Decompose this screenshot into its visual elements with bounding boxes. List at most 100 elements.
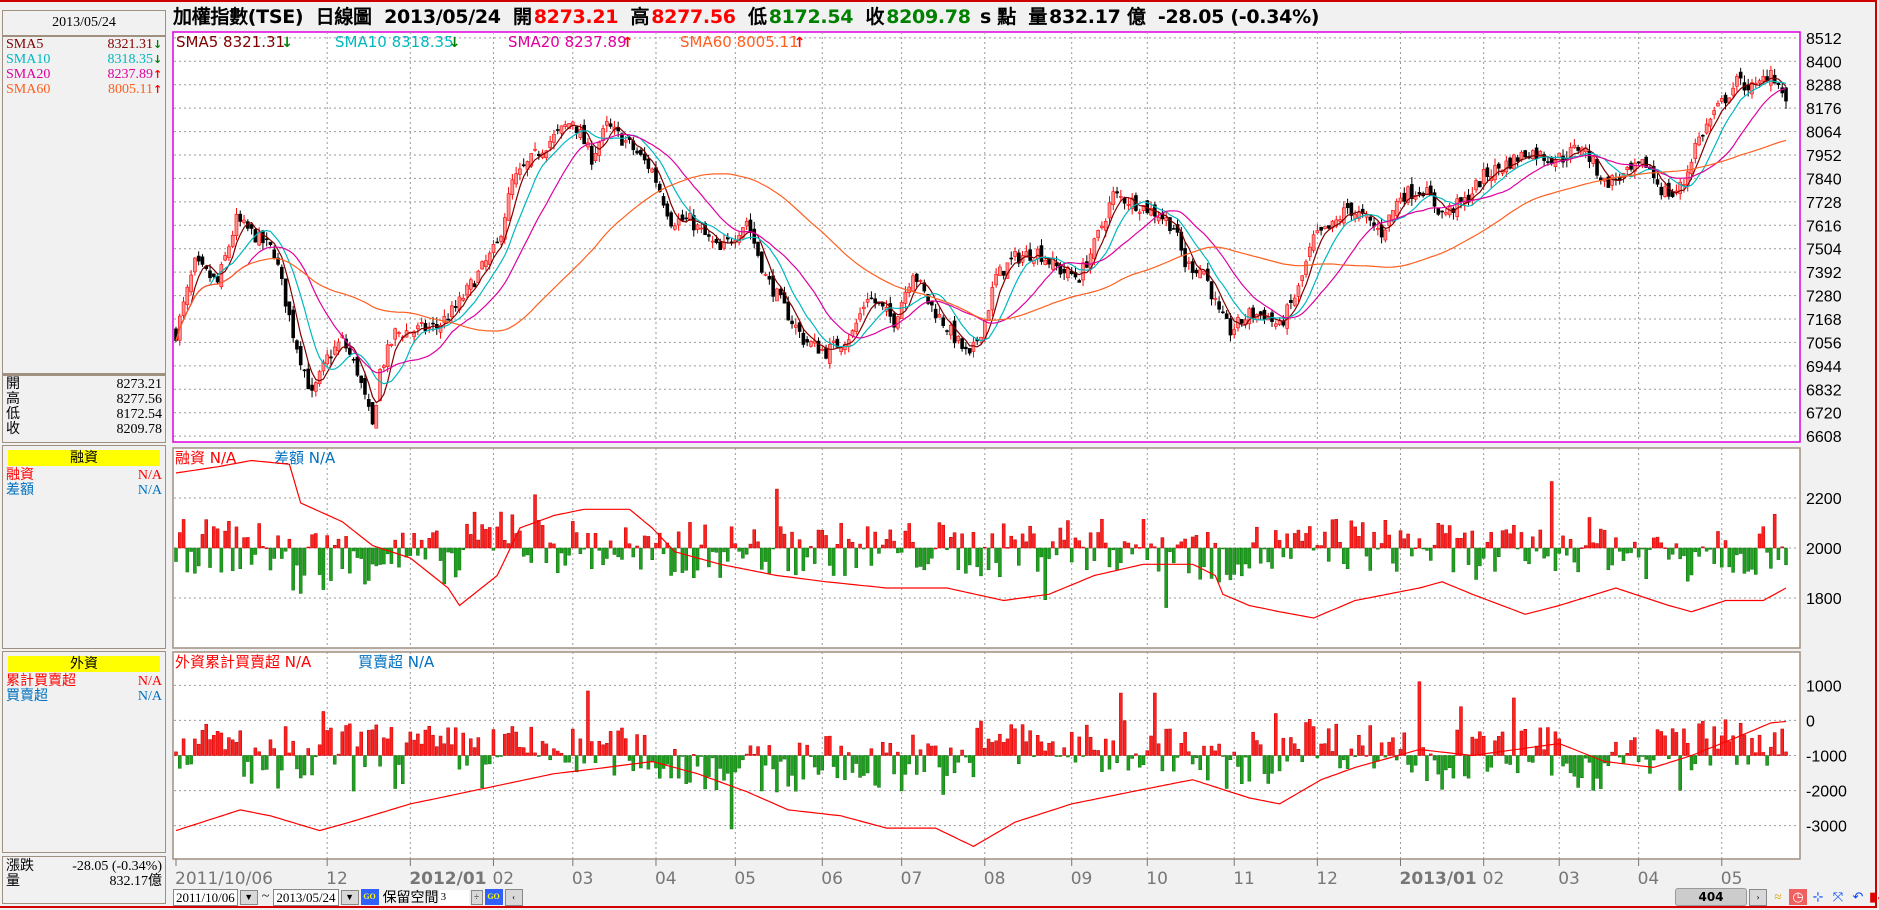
margin-bar [846,538,851,549]
margin-bar [306,546,311,549]
candle [1383,229,1388,241]
price-axis-tick-label: 7952 [1806,148,1842,165]
margin-bar [593,533,598,549]
margin-bar [310,534,314,549]
indicator-icon[interactable]: ▮✓ [1869,889,1879,905]
margin-bar [952,532,957,549]
margin-bar [1413,547,1418,550]
candle [1013,251,1017,257]
foreign-bar [302,755,307,776]
margin-bar [1111,547,1116,551]
candle [1738,71,1743,79]
zoom-in-icon[interactable]: ⊹ [1809,889,1827,905]
margin-bar [1682,547,1686,556]
foreign-bar [427,725,431,756]
candle [461,297,466,301]
bar-count-display[interactable]: 404 [1675,888,1747,906]
margin-bar [1735,547,1739,556]
end-date-input[interactable]: 2013/05/24 [273,888,339,906]
foreign-bar [1187,751,1191,756]
reserve-input[interactable]: 3 [438,889,469,905]
foreign-bar [710,755,715,759]
candle [1546,161,1550,163]
foreign-bar [1436,755,1441,775]
candle [1319,226,1323,231]
margin-bar [601,547,605,566]
undo-icon[interactable]: ↶ [1849,889,1867,905]
margin-bar [782,533,787,549]
margin-bar [695,547,700,571]
foreign-bar [1738,723,1743,756]
margin-bar [219,547,224,573]
foreign-bar [1625,752,1630,756]
foreign-bar [1674,732,1679,756]
margin-bar [559,547,564,554]
candle [582,124,586,145]
candle [869,297,874,300]
chart-style-icon[interactable]: ≈ [1769,889,1787,905]
margin-bar [797,539,802,549]
foreign-bar [1636,755,1641,763]
margin-bar [1126,542,1131,549]
margin-bar [1720,547,1724,568]
candle [933,308,938,319]
margin-bar [1489,532,1493,549]
margin-bar [1410,547,1414,557]
margin-bar [1436,523,1441,549]
margin-bar [824,535,828,549]
margin-bar [317,547,322,575]
margin-bar [1311,547,1316,551]
margin-bar [820,529,825,549]
foreign-bar [1470,736,1475,756]
foreign-bar [692,754,696,756]
stock-chart[interactable]: 8512 8400 8288 8176 8064 7952 7840 7728 7616 7504… [0,0,1879,910]
margin-bar [189,547,193,552]
foreign-bar [952,755,957,774]
margin-bar [1625,547,1630,554]
margin-bar [1478,547,1482,567]
margin-bar [555,547,560,573]
scroll-left-button[interactable]: ‹ [504,888,523,906]
foreign-bar [658,755,662,779]
foreign-bar [1663,735,1667,756]
go-icon[interactable]: GO [484,889,503,905]
reserve-spinner[interactable]: ÷ [470,889,483,905]
foreign-bar [310,755,314,776]
start-date-dropdown[interactable]: ▼ [239,889,258,905]
candle [1731,87,1735,96]
foreign-bar [457,755,462,770]
margin-bar [1190,536,1195,549]
foreign-bar [1463,755,1467,777]
foreign-bar [325,730,329,756]
foreign-bar [1209,745,1214,756]
margin-bar [446,547,450,553]
scroll-right-button[interactable]: › [1749,888,1767,906]
candle [831,340,836,344]
candle [506,193,511,221]
candle [431,322,435,325]
candle [1712,110,1716,116]
foreign-bar [1640,755,1645,757]
candle [759,251,764,273]
candle [280,266,284,279]
candle [1001,270,1006,276]
zoom-out-icon[interactable]: ⤧ [1829,889,1847,905]
candle [385,344,390,367]
foreign-bar [922,755,927,772]
margin-bar [529,547,534,563]
margin-bar [1561,535,1565,549]
margin-bar [1693,547,1698,553]
foreign-bar [990,742,995,756]
end-date-dropdown[interactable]: ▼ [340,889,359,905]
margin-bar [1073,537,1078,549]
foreign-bar [234,742,239,756]
candle [287,301,292,316]
foreign-bar [469,738,473,756]
go-icon[interactable]: GO [360,889,379,905]
clock-icon[interactable]: ◷ [1789,889,1807,905]
candle [268,241,273,245]
foreign-bar [1141,755,1146,765]
foreign-bar [1368,725,1373,756]
price-axis-tick-label: 7280 [1806,289,1842,306]
start-date-input[interactable]: 2011/10/06 [173,888,238,906]
